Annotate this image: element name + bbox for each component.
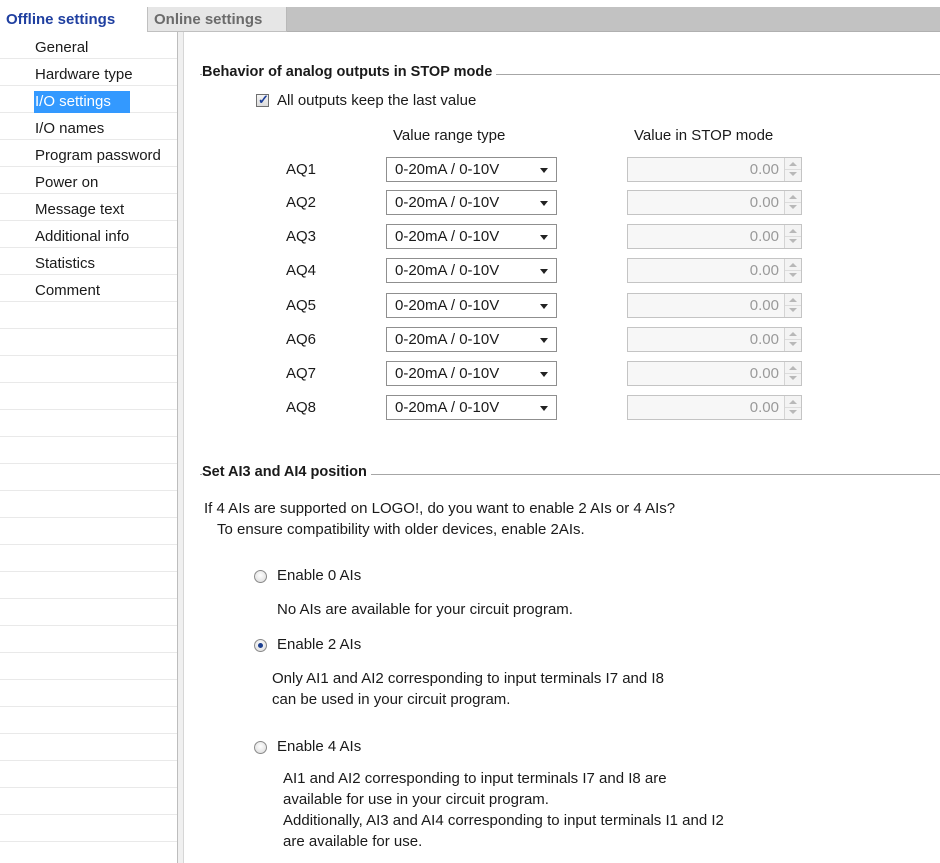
aq1-stop-value[interactable]: 0.00 [627, 157, 802, 182]
enable-0-ais-radio[interactable] [254, 570, 267, 583]
sidebar-item-io-names[interactable]: I/O names [34, 118, 178, 140]
enable-4-ais-radio[interactable] [254, 741, 267, 754]
aq-label: AQ6 [286, 331, 317, 348]
ai-intro-line: To ensure compatibility with older devic… [217, 521, 585, 538]
dropdown-arrow-icon [540, 372, 548, 377]
tab-bar: Offline settings Online settings [0, 0, 940, 32]
stop-value-text: 0.00 [749, 228, 779, 245]
sidebar-item-additional-info[interactable]: Additional info [34, 226, 178, 248]
select-value: 0-20mA / 0-10V [395, 365, 500, 382]
dropdown-arrow-icon [540, 269, 548, 274]
stop-value-text: 0.00 [749, 331, 779, 348]
spinner-icon[interactable] [784, 225, 801, 248]
dropdown-arrow-icon [540, 406, 548, 411]
option-description: AI1 and AI2 corresponding to input termi… [283, 770, 667, 787]
spinner-icon[interactable] [784, 328, 801, 351]
enable-4-ais-label[interactable]: Enable 4 AIs [277, 738, 361, 755]
option-description: No AIs are available for your circuit pr… [277, 601, 573, 618]
select-value: 0-20mA / 0-10V [395, 194, 500, 211]
sidebar-item-general[interactable]: General [34, 37, 178, 59]
aq8-range-select[interactable]: 0-20mA / 0-10V [386, 395, 557, 420]
ai-intro-line: If 4 AIs are supported on LOGO!, do you … [204, 500, 676, 517]
aq2-range-select[interactable]: 0-20mA / 0-10V [386, 190, 557, 215]
tab-offline-settings[interactable]: Offline settings [0, 7, 148, 32]
enable-2-ais-radio[interactable] [254, 639, 267, 652]
spinner-icon[interactable] [784, 158, 801, 181]
stop-value-text: 0.00 [749, 399, 779, 416]
aq3-stop-value[interactable]: 0.00 [627, 224, 802, 249]
aq6-range-select[interactable]: 0-20mA / 0-10V [386, 327, 557, 352]
aq5-stop-value[interactable]: 0.00 [627, 293, 802, 318]
enable-2-ais-label[interactable]: Enable 2 AIs [277, 636, 361, 653]
aq4-stop-value[interactable]: 0.00 [627, 258, 802, 283]
spinner-icon[interactable] [784, 294, 801, 317]
aq7-range-select[interactable]: 0-20mA / 0-10V [386, 361, 557, 386]
tab-online-settings[interactable]: Online settings [148, 7, 287, 32]
aq6-stop-value[interactable]: 0.00 [627, 327, 802, 352]
aq4-range-select[interactable]: 0-20mA / 0-10V [386, 258, 557, 283]
sidebar-item-program-password[interactable]: Program password [34, 145, 178, 167]
aq-label: AQ2 [286, 194, 317, 211]
aq-label: AQ4 [286, 262, 317, 279]
option-description: Additionally, AI3 and AI4 corresponding … [283, 812, 724, 829]
option-description: can be used in your circuit program. [272, 691, 511, 708]
select-value: 0-20mA / 0-10V [395, 399, 500, 416]
select-value: 0-20mA / 0-10V [395, 228, 500, 245]
select-value: 0-20mA / 0-10V [395, 262, 500, 279]
stop-value-text: 0.00 [749, 297, 779, 314]
tab-bar-background [287, 7, 940, 32]
select-value: 0-20mA / 0-10V [395, 331, 500, 348]
keep-last-value-checkbox[interactable]: ✓ [256, 92, 269, 107]
stop-value-text: 0.00 [749, 262, 779, 279]
aq2-stop-value[interactable]: 0.00 [627, 190, 802, 215]
aq-label: AQ8 [286, 399, 317, 416]
option-description: Only AI1 and AI2 corresponding to input … [272, 670, 664, 687]
aq3-range-select[interactable]: 0-20mA / 0-10V [386, 224, 557, 249]
column-header-stop-value: Value in STOP mode [634, 127, 774, 144]
aq-label: AQ1 [286, 161, 317, 178]
analog-group-title: Behavior of analog outputs in STOP mode [202, 64, 497, 80]
aq-label: AQ3 [286, 228, 317, 245]
checkmark-icon: ✓ [258, 92, 269, 107]
select-value: 0-20mA / 0-10V [395, 297, 500, 314]
column-header-range: Value range type [393, 127, 506, 144]
sidebar-item-io-settings[interactable]: I/O settings [34, 91, 130, 113]
aq-label: AQ5 [286, 297, 317, 314]
dropdown-arrow-icon [540, 235, 548, 240]
enable-0-ais-label[interactable]: Enable 0 AIs [277, 567, 361, 584]
stop-value-text: 0.00 [749, 365, 779, 382]
dropdown-arrow-icon [540, 304, 548, 309]
dropdown-arrow-icon [540, 201, 548, 206]
dropdown-arrow-icon [540, 338, 548, 343]
ai-group-title: Set AI3 and AI4 position [202, 464, 371, 480]
aq1-range-select[interactable]: 0-20mA / 0-10V [386, 157, 557, 182]
sidebar-item-statistics[interactable]: Statistics [34, 253, 178, 275]
spinner-icon[interactable] [784, 362, 801, 385]
aq8-stop-value[interactable]: 0.00 [627, 395, 802, 420]
aq5-range-select[interactable]: 0-20mA / 0-10V [386, 293, 557, 318]
aq7-stop-value[interactable]: 0.00 [627, 361, 802, 386]
radio-dot-icon [258, 643, 263, 648]
spinner-icon[interactable] [784, 396, 801, 419]
option-description: are available for use. [283, 833, 423, 850]
sidebar-item-comment[interactable]: Comment [34, 280, 178, 302]
sidebar-item-hardware-type[interactable]: Hardware type [34, 64, 178, 86]
spinner-icon[interactable] [784, 259, 801, 282]
stop-value-text: 0.00 [749, 194, 779, 211]
aq-label: AQ7 [286, 365, 317, 382]
spinner-icon[interactable] [784, 191, 801, 214]
keep-last-value-label: All outputs keep the last value [277, 92, 477, 109]
splitter[interactable] [178, 32, 184, 863]
option-description: available for use in your circuit progra… [283, 791, 549, 808]
dropdown-arrow-icon [540, 168, 548, 173]
sidebar: General Hardware type I/O settings I/O n… [0, 32, 178, 863]
stop-value-text: 0.00 [749, 161, 779, 178]
sidebar-item-power-on[interactable]: Power on [34, 172, 178, 194]
sidebar-item-message-text[interactable]: Message text [34, 199, 178, 221]
select-value: 0-20mA / 0-10V [395, 161, 500, 178]
